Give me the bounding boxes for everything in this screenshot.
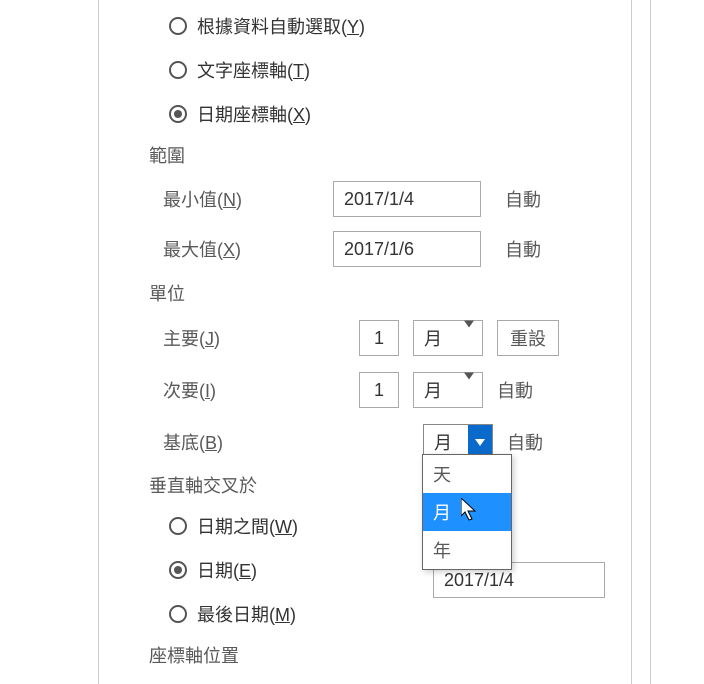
max-row: 最大值(X) 自動: [163, 224, 631, 274]
axis-pos-header: 座標軸位置: [149, 642, 631, 668]
minor-unit-select[interactable]: 月: [413, 372, 483, 408]
dropdown-item-year[interactable]: 年: [423, 531, 511, 569]
min-label: 最小值(N): [163, 186, 333, 212]
base-auto-text: 自動: [507, 429, 543, 455]
max-input[interactable]: [333, 231, 481, 267]
major-unit-value: 月: [424, 325, 442, 351]
max-auto-text: 自動: [505, 236, 541, 262]
radio-auto[interactable]: [169, 17, 187, 35]
panel-content: 根據資料自動選取(Y) 文字座標軸(T) 日期座標軸(X) 範圍 最小值(N) …: [99, 0, 631, 668]
axis-type-auto-row[interactable]: 根據資料自動選取(Y): [169, 4, 631, 48]
base-unit-value: 月: [434, 429, 452, 455]
axis-type-date-label: 日期座標軸(X): [197, 101, 311, 127]
major-unit-select[interactable]: 月: [413, 320, 483, 356]
dropdown-item-day[interactable]: 天: [423, 455, 511, 493]
min-input[interactable]: [333, 181, 481, 217]
minor-auto-text: 自動: [497, 377, 533, 403]
units-header: 單位: [149, 280, 631, 306]
minor-unit-value: 月: [424, 377, 442, 403]
radio-between[interactable]: [169, 517, 187, 535]
range-header: 範圍: [149, 142, 631, 168]
base-row: 基底(B) 月 自動: [163, 416, 631, 468]
radio-last[interactable]: [169, 605, 187, 623]
radio-date2[interactable]: [169, 561, 187, 579]
chevron-down-icon: [464, 380, 474, 401]
radio-text[interactable]: [169, 61, 187, 79]
axis-type-auto-label: 根據資料自動選取(Y): [197, 13, 365, 39]
min-auto-text: 自動: [505, 186, 541, 212]
vcross-date-label: 日期(E): [197, 557, 257, 583]
vcross-last-label: 最後日期(M): [197, 601, 296, 627]
reset-button[interactable]: 重設: [497, 320, 559, 356]
base-unit-dropdown: 天 月 年: [422, 454, 512, 570]
minor-value-input[interactable]: [359, 372, 399, 408]
outer-divider: [650, 0, 651, 684]
axis-type-text-row[interactable]: 文字座標軸(T): [169, 48, 631, 92]
max-label: 最大值(X): [163, 236, 333, 262]
major-label: 主要(J): [163, 325, 359, 351]
vcross-between-row[interactable]: 日期之間(W): [169, 504, 631, 548]
vcross-header: 垂直軸交叉於: [149, 472, 631, 498]
chevron-down-icon: [464, 328, 474, 349]
axis-options-panel: 根據資料自動選取(Y) 文字座標軸(T) 日期座標軸(X) 範圍 最小值(N) …: [98, 0, 632, 684]
min-row: 最小值(N) 自動: [163, 174, 631, 224]
vcross-last-row[interactable]: 最後日期(M): [169, 592, 631, 636]
radio-date[interactable]: [169, 105, 187, 123]
major-row: 主要(J) 月 重設: [163, 312, 631, 364]
axis-type-date-row[interactable]: 日期座標軸(X): [169, 92, 631, 136]
dropdown-item-month[interactable]: 月: [423, 493, 511, 531]
minor-row: 次要(I) 月 自動: [163, 364, 631, 416]
axis-type-text-label: 文字座標軸(T): [197, 57, 310, 83]
major-value-input[interactable]: [359, 320, 399, 356]
base-label: 基底(B): [163, 429, 423, 455]
vcross-between-label: 日期之間(W): [197, 513, 298, 539]
minor-label: 次要(I): [163, 377, 359, 403]
